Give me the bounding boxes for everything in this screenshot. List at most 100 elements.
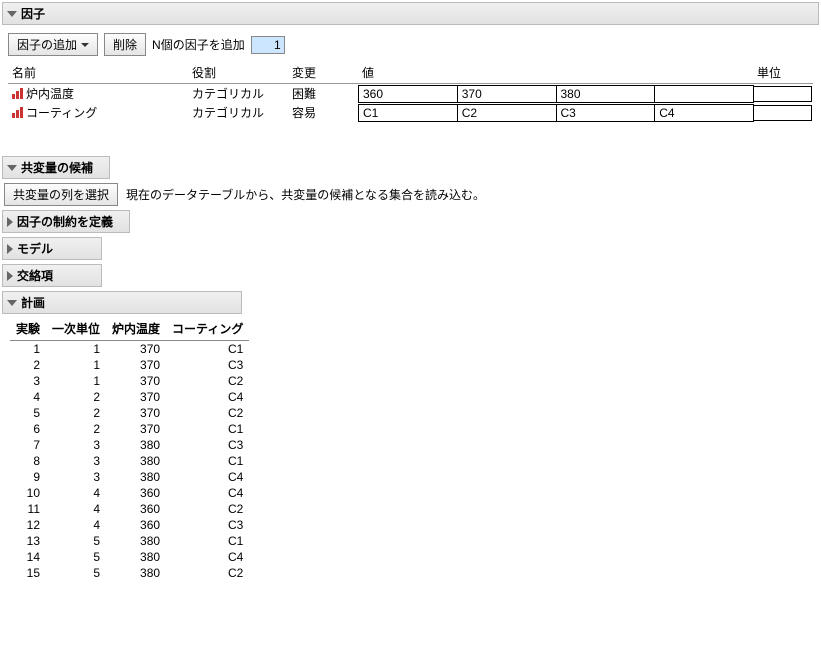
- design-cell-wp[interactable]: 4: [46, 485, 106, 501]
- factor-unit-cell[interactable]: [753, 103, 813, 122]
- design-cell-wp[interactable]: 4: [46, 517, 106, 533]
- design-cell-coating[interactable]: C2: [166, 501, 249, 517]
- design-cell-run[interactable]: 11: [10, 501, 46, 517]
- factor-change-cell[interactable]: 困難: [288, 84, 358, 104]
- design-cell-wp[interactable]: 5: [46, 565, 106, 581]
- design-cell-wp[interactable]: 4: [46, 501, 106, 517]
- design-cell-wp[interactable]: 2: [46, 405, 106, 421]
- design-cell-temp[interactable]: 370: [106, 405, 166, 421]
- model-panel-header[interactable]: モデル: [2, 237, 102, 260]
- design-cell-run[interactable]: 12: [10, 517, 46, 533]
- design-cell-run[interactable]: 5: [10, 405, 46, 421]
- factor-role-cell[interactable]: カテゴリカル: [188, 103, 288, 122]
- design-row[interactable]: 21370C3: [10, 357, 249, 373]
- design-cell-temp[interactable]: 360: [106, 501, 166, 517]
- col-role[interactable]: 役割: [188, 62, 288, 84]
- design-row[interactable]: 145380C4: [10, 549, 249, 565]
- design-cell-temp[interactable]: 370: [106, 357, 166, 373]
- design-cell-temp[interactable]: 380: [106, 565, 166, 581]
- factor-value-input[interactable]: 380: [556, 85, 656, 103]
- design-cell-run[interactable]: 6: [10, 421, 46, 437]
- select-covariate-button[interactable]: 共変量の列を選択: [4, 183, 118, 206]
- factor-value-input[interactable]: 360: [358, 85, 458, 103]
- add-factor-button[interactable]: 因子の追加: [8, 33, 98, 56]
- design-cell-coating[interactable]: C1: [166, 421, 249, 437]
- col-wp[interactable]: 一次単位: [46, 318, 106, 341]
- design-cell-run[interactable]: 7: [10, 437, 46, 453]
- design-cell-temp[interactable]: 370: [106, 373, 166, 389]
- design-cell-wp[interactable]: 5: [46, 533, 106, 549]
- design-cell-coating[interactable]: C3: [166, 517, 249, 533]
- col-values[interactable]: 値: [358, 62, 753, 84]
- design-cell-coating[interactable]: C2: [166, 565, 249, 581]
- design-row[interactable]: 52370C2: [10, 405, 249, 421]
- factor-value-input[interactable]: 370: [457, 85, 557, 103]
- design-row[interactable]: 135380C1: [10, 533, 249, 549]
- design-cell-temp[interactable]: 380: [106, 533, 166, 549]
- col-change[interactable]: 変更: [288, 62, 358, 84]
- factor-row[interactable]: コーティングカテゴリカル容易C1C2C3C4: [8, 103, 813, 122]
- design-cell-wp[interactable]: 5: [46, 549, 106, 565]
- design-panel-header[interactable]: 計画: [2, 291, 242, 314]
- alias-panel-header[interactable]: 交絡項: [2, 264, 102, 287]
- factor-value-input[interactable]: [654, 85, 754, 103]
- design-cell-temp[interactable]: 370: [106, 341, 166, 358]
- factor-value-input[interactable]: C3: [556, 104, 656, 122]
- design-cell-coating[interactable]: C1: [166, 341, 249, 358]
- design-cell-run[interactable]: 3: [10, 373, 46, 389]
- delete-factor-button[interactable]: 削除: [104, 33, 146, 56]
- factor-name-cell[interactable]: 炉内温度: [8, 84, 188, 104]
- design-cell-run[interactable]: 8: [10, 453, 46, 469]
- design-cell-wp[interactable]: 3: [46, 469, 106, 485]
- design-cell-temp[interactable]: 380: [106, 453, 166, 469]
- factor-row[interactable]: 炉内温度カテゴリカル困難360370380: [8, 84, 813, 104]
- factors-panel-header[interactable]: 因子: [2, 2, 819, 25]
- design-cell-wp[interactable]: 1: [46, 373, 106, 389]
- design-cell-temp[interactable]: 370: [106, 421, 166, 437]
- design-cell-temp[interactable]: 380: [106, 437, 166, 453]
- design-row[interactable]: 83380C1: [10, 453, 249, 469]
- design-cell-coating[interactable]: C4: [166, 549, 249, 565]
- design-cell-temp[interactable]: 360: [106, 517, 166, 533]
- design-cell-coating[interactable]: C3: [166, 437, 249, 453]
- design-row[interactable]: 124360C3: [10, 517, 249, 533]
- factor-unit-cell[interactable]: [753, 84, 813, 104]
- covariate-panel-header[interactable]: 共変量の候補: [2, 156, 110, 179]
- design-cell-wp[interactable]: 3: [46, 453, 106, 469]
- design-row[interactable]: 114360C2: [10, 501, 249, 517]
- design-cell-wp[interactable]: 2: [46, 421, 106, 437]
- design-cell-coating[interactable]: C4: [166, 485, 249, 501]
- design-row[interactable]: 31370C2: [10, 373, 249, 389]
- design-cell-coating[interactable]: C4: [166, 389, 249, 405]
- design-cell-coating[interactable]: C3: [166, 357, 249, 373]
- design-row[interactable]: 42370C4: [10, 389, 249, 405]
- design-cell-run[interactable]: 1: [10, 341, 46, 358]
- design-cell-coating[interactable]: C2: [166, 405, 249, 421]
- design-cell-run[interactable]: 10: [10, 485, 46, 501]
- factor-name-cell[interactable]: コーティング: [8, 103, 188, 122]
- col-coating[interactable]: コーティング: [166, 318, 249, 341]
- design-cell-temp[interactable]: 380: [106, 549, 166, 565]
- design-cell-coating[interactable]: C1: [166, 533, 249, 549]
- design-cell-wp[interactable]: 1: [46, 341, 106, 358]
- design-row[interactable]: 11370C1: [10, 341, 249, 358]
- factor-change-cell[interactable]: 容易: [288, 103, 358, 122]
- design-cell-run[interactable]: 14: [10, 549, 46, 565]
- design-cell-run[interactable]: 13: [10, 533, 46, 549]
- col-run[interactable]: 実験: [10, 318, 46, 341]
- design-cell-run[interactable]: 2: [10, 357, 46, 373]
- design-row[interactable]: 104360C4: [10, 485, 249, 501]
- factor-value-input[interactable]: C1: [358, 104, 458, 122]
- design-cell-run[interactable]: 15: [10, 565, 46, 581]
- design-cell-temp[interactable]: 360: [106, 485, 166, 501]
- design-cell-wp[interactable]: 3: [46, 437, 106, 453]
- factor-value-input[interactable]: C2: [457, 104, 557, 122]
- design-row[interactable]: 155380C2: [10, 565, 249, 581]
- design-cell-wp[interactable]: 1: [46, 357, 106, 373]
- factor-role-cell[interactable]: カテゴリカル: [188, 84, 288, 104]
- n-add-input[interactable]: [251, 36, 285, 54]
- design-cell-temp[interactable]: 370: [106, 389, 166, 405]
- design-cell-wp[interactable]: 2: [46, 389, 106, 405]
- col-name[interactable]: 名前: [8, 62, 188, 84]
- design-cell-coating[interactable]: C1: [166, 453, 249, 469]
